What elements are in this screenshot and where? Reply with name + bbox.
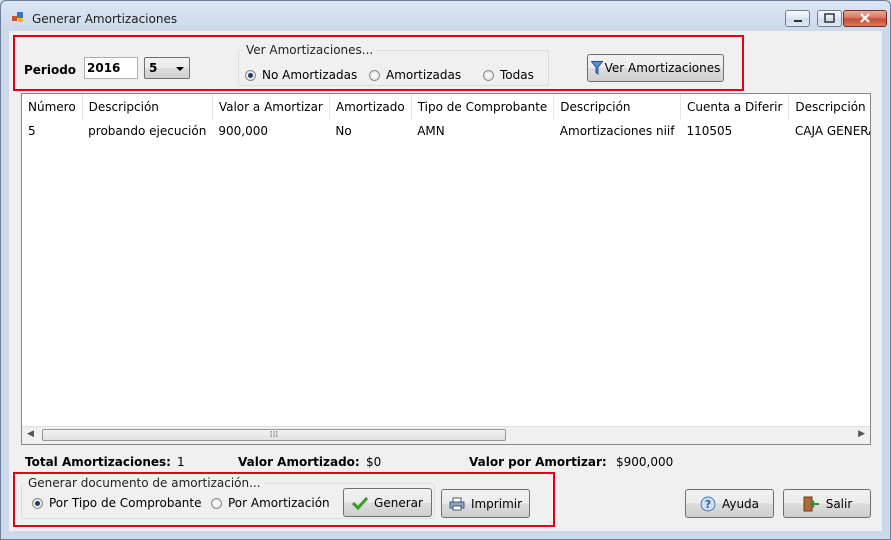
radio-todas-label: Todas [500, 68, 534, 82]
column-header[interactable]: Descripción [553, 94, 681, 120]
radio-por-tipo-comprobante[interactable]: Por Tipo de Comprobante [32, 496, 201, 510]
minimize-icon [794, 20, 802, 22]
radio-amortizadas[interactable]: Amortizadas [369, 68, 461, 82]
horizontal-scrollbar[interactable]: ◀ ⁞⁞⁞ ▶ [22, 426, 870, 444]
salir-button[interactable]: Salir [783, 489, 871, 518]
exit-door-icon [803, 496, 819, 511]
table-cell[interactable]: 5 [22, 120, 82, 142]
generar-button-label: Generar [374, 495, 423, 510]
close-button[interactable] [843, 10, 887, 27]
main-window: Generar Amortizaciones Periodo 2016 5 Ve… [0, 0, 891, 540]
column-header[interactable]: Tipo de Comprobante [411, 94, 555, 120]
year-input[interactable]: 2016 [84, 57, 138, 79]
total-amortizaciones-label: Total Amortizaciones: [25, 455, 171, 469]
total-amortizaciones-value: 1 [177, 455, 185, 469]
scrollbar-thumb[interactable]: ⁞⁞⁞ [42, 429, 506, 441]
close-icon [860, 13, 870, 23]
maximize-icon [824, 13, 835, 23]
imprimir-button-label: Imprimir [470, 496, 523, 511]
title-bar: Generar Amortizaciones [1, 1, 890, 31]
table-row[interactable]: 5 probando ejecución 900,000 No AMN Amor… [22, 120, 870, 142]
printer-icon [449, 497, 465, 510]
generar-button[interactable]: Generar [343, 488, 432, 517]
svg-text:?: ? [705, 498, 711, 511]
table-cell[interactable]: No [329, 120, 411, 142]
filter-icon [590, 61, 603, 75]
column-header[interactable]: Descripción [82, 94, 213, 120]
chevron-down-icon [176, 67, 184, 71]
valor-por-amortizar-label: Valor por Amortizar: [469, 455, 607, 469]
valor-amortizado-label: Valor Amortizado: [238, 455, 360, 469]
valor-amortizado-value: $0 [366, 455, 382, 469]
radio-selected-icon [245, 69, 256, 81]
help-icon: ? [700, 496, 716, 511]
radio-unselected-icon [483, 69, 494, 81]
grip-icon: ⁞⁞⁞ [269, 430, 279, 440]
column-header[interactable]: Descripción [788, 94, 870, 120]
radio-por-amortizacion-label: Por Amortización [228, 496, 330, 510]
table-cell[interactable]: 900,000 [212, 120, 329, 142]
radio-no-amortizadas-label: No Amortizadas [262, 68, 358, 82]
imprimir-button[interactable]: Imprimir [441, 489, 530, 518]
client-area: Periodo 2016 5 Ver Amortizaciones... No … [9, 31, 882, 531]
amortizaciones-table: Número Descripción Valor a Amortizar Amo… [22, 94, 870, 142]
window-title: Generar Amortizaciones [32, 12, 178, 26]
table-cell[interactable]: AMN [411, 120, 554, 142]
table-cell[interactable]: probando ejecución [82, 120, 212, 142]
ver-amortizaciones-group-title: Ver Amortizaciones... [243, 43, 377, 57]
valor-por-amortizar-value: $900,000 [616, 455, 674, 469]
table-cell[interactable]: Amortizaciones niif [554, 120, 681, 142]
column-header[interactable]: Valor a Amortizar [212, 94, 330, 120]
ayuda-button-label: Ayuda [721, 496, 760, 511]
ayuda-button[interactable]: ? Ayuda [685, 489, 774, 518]
column-header[interactable]: Cuenta a Diferir [680, 94, 790, 120]
radio-por-tipo-comprobante-label: Por Tipo de Comprobante [49, 496, 202, 510]
checkmark-icon [352, 496, 369, 510]
periodo-label: Periodo [24, 63, 77, 77]
radio-unselected-icon [369, 69, 380, 81]
month-select-value: 5 [149, 61, 158, 75]
radio-unselected-icon [211, 497, 222, 509]
ver-amortizaciones-button[interactable]: Ver Amortizaciones [587, 54, 724, 82]
radio-no-amortizadas[interactable]: No Amortizadas [245, 68, 357, 82]
column-header[interactable]: Número [22, 94, 83, 120]
scroll-right-icon[interactable]: ▶ [858, 429, 865, 439]
radio-por-amortizacion[interactable]: Por Amortización [211, 496, 330, 510]
maximize-button[interactable] [817, 10, 842, 27]
table-header-row: Número Descripción Valor a Amortizar Amo… [22, 94, 870, 120]
minimize-button[interactable] [785, 10, 810, 27]
app-icon [12, 12, 23, 22]
table-cell[interactable]: CAJA GENERAL [789, 120, 870, 142]
scroll-left-icon[interactable]: ◀ [27, 429, 34, 439]
salir-button-label: Salir [825, 496, 853, 511]
table-cell[interactable]: 110505 [681, 120, 789, 142]
radio-selected-icon [32, 497, 43, 509]
radio-amortizadas-label: Amortizadas [386, 68, 462, 82]
radio-todas[interactable]: Todas [483, 68, 534, 82]
generar-group-title: Generar documento de amortización... [25, 476, 264, 490]
month-select[interactable]: 5 [144, 57, 190, 79]
ver-amortizaciones-button-label: Ver Amortizaciones [604, 61, 721, 75]
column-header[interactable]: Amortizado [329, 94, 412, 120]
amortizaciones-grid[interactable]: Número Descripción Valor a Amortizar Amo… [21, 93, 871, 445]
